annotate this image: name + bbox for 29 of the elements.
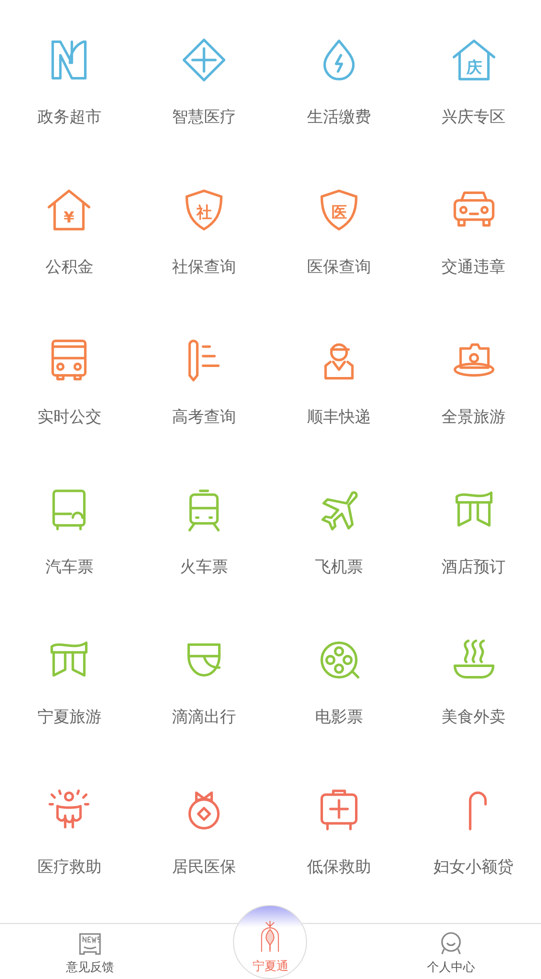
service-label: 实时公交 bbox=[37, 407, 102, 428]
service-label: 妇女小额贷 bbox=[434, 857, 514, 878]
service-label: 汽车票 bbox=[45, 557, 94, 578]
service-label: 宁夏旅游 bbox=[37, 707, 102, 728]
tab-item[interactable]: 宁夏通 bbox=[233, 905, 308, 979]
service-label: 生活缴费 bbox=[306, 107, 371, 128]
service-icon[interactable] bbox=[181, 37, 228, 83]
service-label: 电影票 bbox=[314, 707, 363, 728]
tab-item[interactable]: 个人中心 bbox=[360, 924, 541, 979]
service-label: 飞机票 bbox=[314, 557, 363, 578]
tab-item[interactable]: 意见反馈 bbox=[0, 924, 180, 979]
service-label: 政务超市 bbox=[37, 107, 102, 128]
service-label: 居民医保 bbox=[172, 857, 236, 878]
service-label: 美食外卖 bbox=[442, 707, 506, 728]
service-label: 顺丰快递 bbox=[306, 407, 371, 428]
newspaper-icon bbox=[77, 931, 104, 957]
service-label: 酒店预订 bbox=[442, 557, 506, 578]
service-label: 医疗救助 bbox=[37, 857, 102, 878]
service-label: 交通违章 bbox=[442, 257, 506, 278]
service-label: 医保查询 bbox=[306, 257, 371, 278]
service-label: 智慧医疗 bbox=[172, 107, 236, 128]
service-label: 公积金 bbox=[45, 257, 94, 278]
service-label: 低保救助 bbox=[306, 857, 371, 878]
service-label: 兴庆专区 bbox=[442, 107, 506, 128]
service-label: 高考查询 bbox=[172, 407, 236, 428]
service-label: 全景旅游 bbox=[442, 407, 506, 428]
service-label: 滴滴出行 bbox=[172, 707, 236, 728]
service-label: 火车票 bbox=[180, 557, 228, 578]
service-label: 社保查询 bbox=[172, 257, 236, 278]
